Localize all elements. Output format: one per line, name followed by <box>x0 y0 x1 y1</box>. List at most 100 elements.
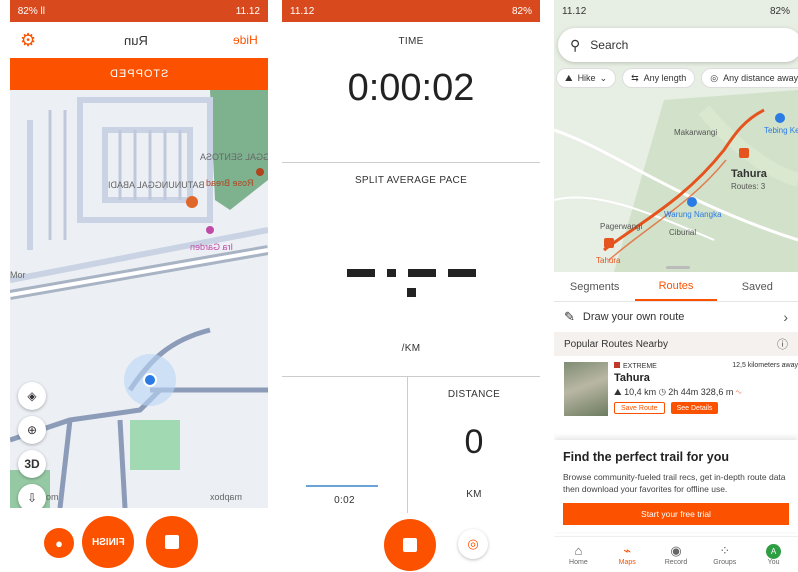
stop-button[interactable] <box>384 519 436 571</box>
route-stats: ⛰ 10,4 km ◷ 2h 44m 328,6 m ∿ <box>614 387 798 398</box>
map-label-tahura-small: Tahura <box>596 256 621 265</box>
time-section: TIME 0:00:02 <box>282 22 540 162</box>
chip-label: Hike <box>577 73 596 83</box>
tab-saved[interactable]: Saved <box>717 272 798 301</box>
nav-you[interactable]: A You <box>749 537 798 572</box>
distance-panel: DISTANCE 0 KM <box>408 377 540 513</box>
route-name: Tahura <box>614 372 650 384</box>
tab-segments[interactable]: Segments <box>554 272 635 301</box>
chip-label: Any length <box>643 73 687 83</box>
distance-unit: KM <box>466 489 482 500</box>
length-filter-chip[interactable]: ⇆ Any length <box>622 68 696 88</box>
start-trial-button[interactable]: Start your free trial <box>563 503 789 525</box>
status-bar: 11.12 82% <box>554 0 798 22</box>
see-details-button[interactable]: See Details <box>670 402 719 414</box>
map-label-pagerwangi: Pagerwangi <box>600 222 643 231</box>
pencil-icon: ✎ <box>564 309 575 324</box>
status-bar: 11.12 82% ll <box>10 0 268 22</box>
maps-tabs: Segments Routes Saved <box>554 272 798 302</box>
map-label-poi1: Rose Bread <box>206 178 254 188</box>
time-label: TIME <box>398 36 424 47</box>
clock-icon: ◷ <box>658 387 666 397</box>
finish-label: FINISH <box>91 536 125 548</box>
tab-routes[interactable]: Routes <box>635 272 717 301</box>
route-elevation: 328,6 m <box>700 387 734 397</box>
status-battery: 82% ll <box>18 5 46 17</box>
chevron-down-icon: ⌄ <box>599 72 608 83</box>
map-label-area1: KATUNUNGGAL SENTOSA <box>200 152 268 162</box>
popular-routes-label: Popular Routes Nearby <box>564 338 668 350</box>
settings-gear-icon[interactable]: ⚙ <box>20 31 38 49</box>
status-time: 11.12 <box>235 5 260 17</box>
status-bar: 11.12 82% <box>282 0 540 22</box>
search-input[interactable]: ⚲ Search <box>558 28 798 62</box>
hike-icon: ⛰ <box>614 387 622 397</box>
elevation-profile-icon: ∿ <box>735 387 742 397</box>
nav-label: Groups <box>713 559 737 566</box>
stop-icon <box>403 538 417 552</box>
nav-record[interactable]: ◉ Record <box>652 537 701 572</box>
record-controls: ◎ <box>282 513 540 572</box>
route-length: 10,4 km <box>624 387 657 397</box>
hide-button[interactable]: Hide <box>233 33 258 47</box>
map-label-tebing: Tebing Ke <box>764 126 798 135</box>
nav-groups[interactable]: ⁘ Groups <box>700 537 749 572</box>
stopped-label: STOPPED <box>109 68 169 80</box>
record-title: Run <box>123 32 148 48</box>
mapbox-attribution: mapbox <box>210 492 243 502</box>
record-controls: ● FINISH <box>10 508 268 572</box>
record-map-screen: 11.12 82% ll ⚙ Run Hide STOPPED GAL SENT… <box>10 0 268 572</box>
drag-handle[interactable] <box>666 266 690 269</box>
avatar: A <box>766 543 782 559</box>
location-pin-icon[interactable]: ◎ <box>458 529 488 559</box>
split-distance-section: 0:02 DISTANCE 0 KM <box>282 377 540 513</box>
save-route-button[interactable]: Save Route <box>614 402 665 414</box>
map-label-poi2: Ira Garden <box>190 242 234 252</box>
route-thumbnail <box>564 362 608 416</box>
draw-route-row[interactable]: ✎ Draw your own route › <box>554 302 798 332</box>
search-placeholder: Search <box>590 38 629 52</box>
nav-label: You <box>767 558 780 566</box>
pace-section: SPLIT AVERAGE PACE /KM <box>282 163 540 376</box>
route-card[interactable]: EXTREME 12,5 kilometers away Tahura ⛰ 10… <box>554 356 798 418</box>
finish-button[interactable]: FINISH <box>82 516 134 568</box>
chevron-right-icon: › <box>783 309 788 325</box>
nav-label: Record <box>664 559 688 566</box>
bottom-nav: ⌂ Home ⌁ Maps ◉ Record ⁘ Groups A You <box>554 536 798 572</box>
split-time: 0:02 <box>334 495 355 506</box>
map-label-ciburial: Ciburial <box>669 228 697 237</box>
3d-toggle-button[interactable]: 3D <box>18 450 46 478</box>
record-stats-screen: 11.12 82% TIME 0:00:02 SPLIT AVERAGE PAC… <box>282 0 540 572</box>
hike-filter-chip[interactable]: ⛰ Hike ⌄ <box>556 68 617 88</box>
pace-placeholder <box>282 264 540 297</box>
search-icon: ⚲ <box>570 36 581 53</box>
distance-filter-chip[interactable]: ◎ Any distance away <box>701 68 798 88</box>
map-label-road: Mor <box>10 270 26 280</box>
location-pin-button[interactable]: ● <box>44 528 74 558</box>
record-icon: ◉ <box>670 543 682 558</box>
maps-icon: ⌁ <box>623 543 632 558</box>
nav-home[interactable]: ⌂ Home <box>554 537 603 572</box>
distance-value: 0 <box>464 423 484 461</box>
map-label-tahura-routes: Routes: 3 <box>731 182 766 191</box>
length-icon: ⇆ <box>631 72 639 83</box>
routes-map[interactable]: ⚲ Search ⛰ Hike ⌄ ⇆ Any length ◎ Any distanc… <box>554 0 798 272</box>
groups-icon: ⁘ <box>719 543 731 558</box>
time-value: 0:00:02 <box>347 67 475 109</box>
nav-maps[interactable]: ⌁ Maps <box>603 537 652 572</box>
promo-title: Find the perfect trail for you <box>563 450 729 464</box>
home-icon: ⌂ <box>574 543 583 558</box>
trial-promo-sheet: Find the perfect trail for you Browse co… <box>554 440 798 532</box>
stop-button[interactable] <box>146 516 198 568</box>
status-time: 11.12 <box>562 5 587 17</box>
status-battery: 82% <box>769 5 790 17</box>
distance-label: DISTANCE <box>447 389 501 400</box>
route-distance-away: 12,5 kilometers away <box>732 362 798 369</box>
map-label-area2: BATUNUNGGAL ABADI <box>108 180 205 190</box>
info-icon[interactable]: ⓘ <box>777 336 788 352</box>
layers-icon[interactable]: ◈ <box>18 382 46 410</box>
record-map[interactable]: KATUNUNGGAL SENTOSA BATUNUNGGAL ABADI Ro… <box>10 90 268 508</box>
compass-icon[interactable]: ⇩ <box>18 484 46 508</box>
difficulty-badge: EXTREME <box>614 362 657 370</box>
locate-icon[interactable]: ⊕ <box>18 416 46 444</box>
